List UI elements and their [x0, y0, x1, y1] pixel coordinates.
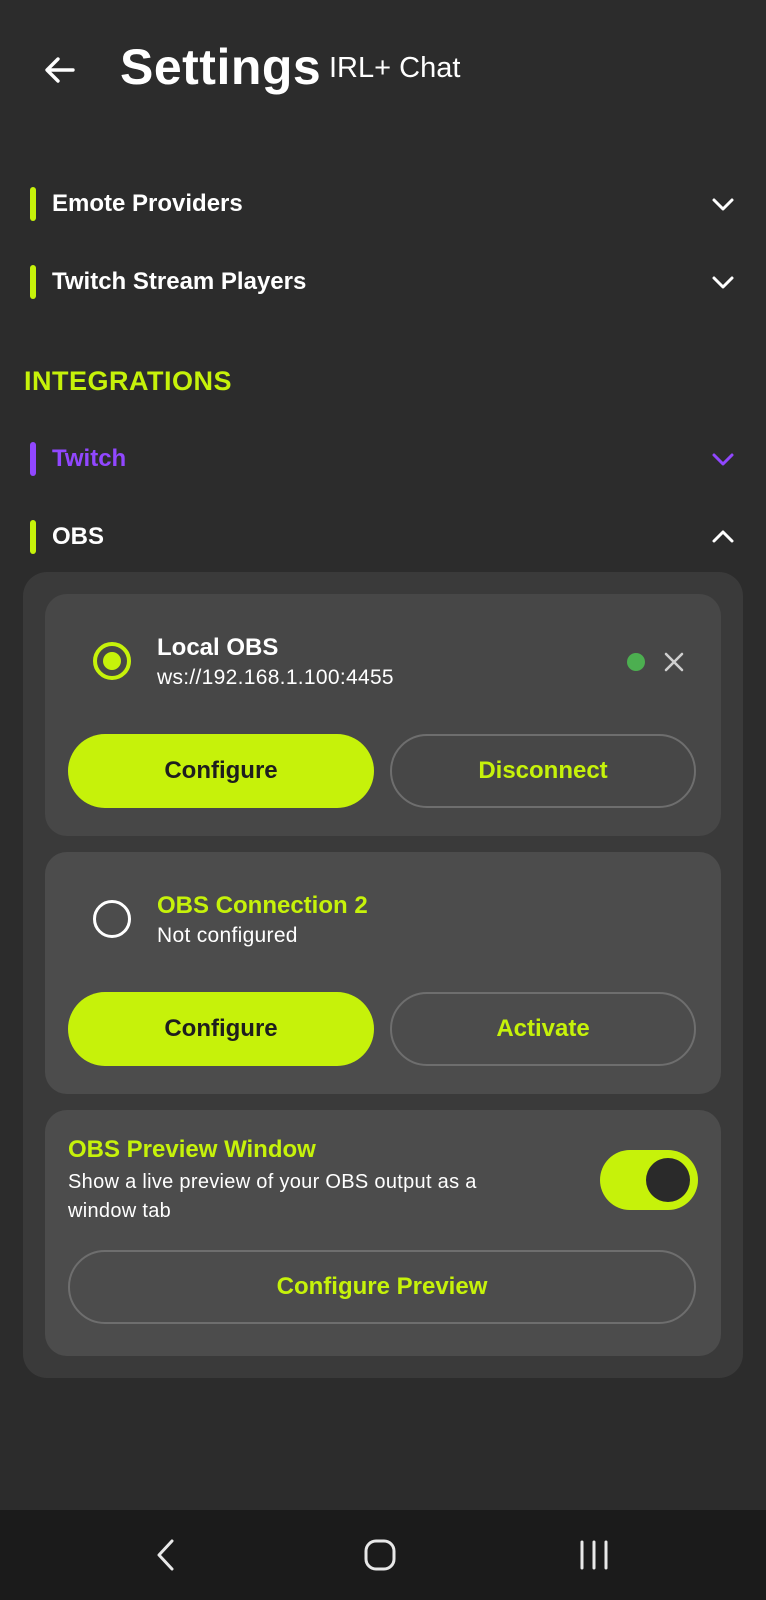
chevron-down-icon: [710, 446, 736, 472]
remove-connection-button[interactable]: [659, 647, 689, 677]
chevron-up-icon: [710, 524, 736, 550]
section-marker: [30, 187, 36, 221]
section-marker: [30, 442, 36, 476]
close-icon: [664, 652, 684, 672]
section-obs[interactable]: OBS: [30, 517, 736, 557]
toggle-knob: [646, 1158, 690, 1202]
back-button[interactable]: [38, 48, 82, 92]
section-label: Emote Providers: [52, 190, 243, 217]
disconnect-button[interactable]: Disconnect: [390, 734, 696, 808]
integrations-heading: INTEGRATIONS: [24, 366, 232, 396]
connection-radio[interactable]: [93, 900, 131, 938]
preview-title: OBS Preview Window: [68, 1136, 316, 1163]
nav-home-icon: [364, 1539, 396, 1571]
preview-description: Show a live preview of your OBS output a…: [68, 1171, 477, 1222]
connection-status-text: Not configured: [157, 924, 298, 947]
connection-radio[interactable]: [93, 642, 131, 680]
arrow-left-icon: [45, 57, 75, 83]
app-subtitle: IRL+ Chat: [329, 52, 461, 84]
settings-screen: Settings IRL+ Chat Emote Providers Twitc…: [0, 0, 766, 1600]
obs-connection-card: OBS Connection 2 Not configured Configur…: [45, 852, 721, 1094]
page-title: Settings: [120, 39, 322, 95]
nav-back-icon: [157, 1539, 174, 1571]
section-label: Twitch Stream Players: [52, 268, 307, 295]
preview-toggle[interactable]: [600, 1150, 698, 1210]
nav-back-button[interactable]: [136, 1532, 196, 1578]
obs-panel: Local OBS ws://192.168.1.100:4455 Config…: [23, 572, 743, 1378]
section-label: Twitch: [52, 445, 127, 472]
section-label: OBS: [52, 523, 105, 550]
connection-status-indicator: [627, 653, 645, 671]
configure-preview-button[interactable]: Configure Preview: [68, 1250, 696, 1324]
connection-url: ws://192.168.1.100:4455: [157, 666, 394, 689]
obs-preview-card: OBS Preview Window Show a live preview o…: [45, 1110, 721, 1356]
section-twitch[interactable]: Twitch: [30, 439, 736, 479]
nav-recents-icon: [580, 1540, 608, 1570]
section-twitch-stream-players[interactable]: Twitch Stream Players: [30, 262, 736, 302]
nav-recents-button[interactable]: [564, 1532, 624, 1578]
obs-connection-card: Local OBS ws://192.168.1.100:4455 Config…: [45, 594, 721, 836]
configure-button[interactable]: Configure: [68, 992, 374, 1066]
app-header: Settings IRL+ Chat: [0, 0, 766, 140]
chevron-down-icon: [710, 191, 736, 217]
activate-button[interactable]: Activate: [390, 992, 696, 1066]
section-emote-providers[interactable]: Emote Providers: [30, 184, 736, 224]
nav-home-button[interactable]: [350, 1532, 410, 1578]
section-marker: [30, 265, 36, 299]
configure-button[interactable]: Configure: [68, 734, 374, 808]
connection-name: Local OBS: [157, 634, 279, 661]
connection-name: OBS Connection 2: [157, 892, 368, 919]
system-nav-bar: [0, 1510, 766, 1600]
section-marker: [30, 520, 36, 554]
chevron-down-icon: [710, 269, 736, 295]
